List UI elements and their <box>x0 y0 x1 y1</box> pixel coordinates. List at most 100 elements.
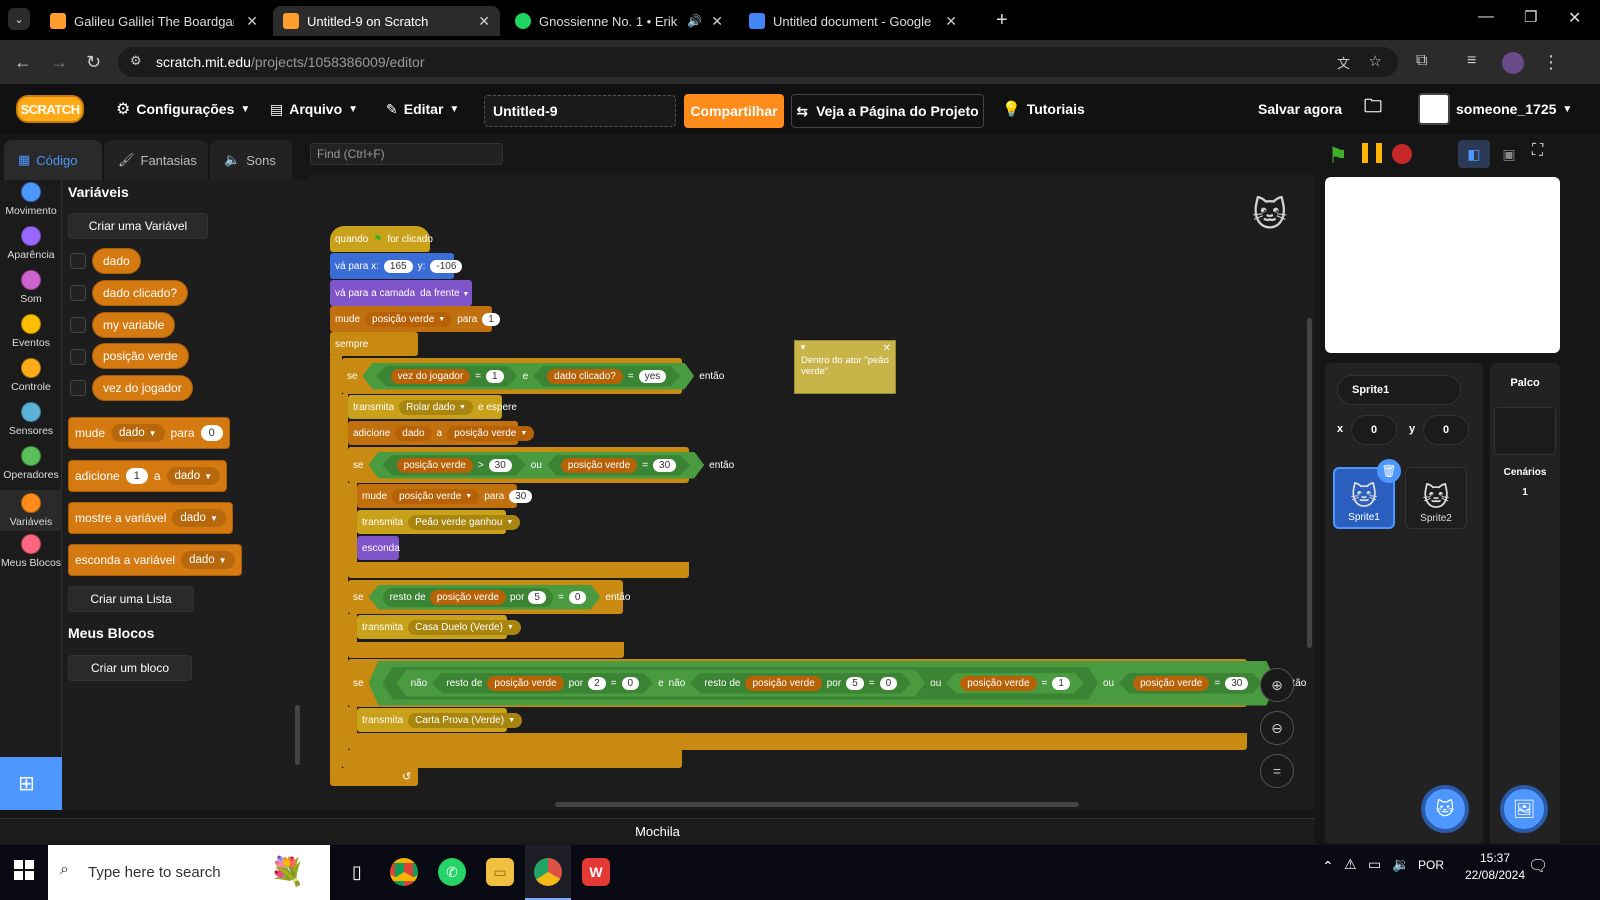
category-events[interactable]: Eventos <box>0 314 62 349</box>
value-input[interactable]: 30 <box>653 459 676 472</box>
reload-icon[interactable]: ↻ <box>86 52 101 73</box>
variable-dropdown[interactable]: dado ▼ <box>181 551 235 569</box>
tab-sounds[interactable]: 🔈 Sons <box>210 140 292 180</box>
go-to-xy-block[interactable]: vá para x: 165 y: -106 <box>330 253 463 279</box>
message-dropdown[interactable]: Rolar dado ▼ <box>399 399 473 415</box>
variable-reporter[interactable]: posição verde <box>561 458 637 473</box>
settings-menu[interactable]: ⚙ Configurações ▼ <box>116 84 250 134</box>
save-now-link[interactable]: Salvar agora <box>1258 84 1342 134</box>
hide-variable-block[interactable]: esconda a variável dado ▼ <box>68 544 242 576</box>
y-input[interactable]: -106 <box>430 259 463 273</box>
zoom-in-button[interactable]: ⊕ <box>1260 668 1294 702</box>
variable-reporter[interactable]: vez do jogador <box>391 369 471 384</box>
share-button[interactable]: Compartilhar <box>684 94 784 128</box>
sprite-thumbnail-sprite2[interactable]: 🐱 Sprite2 <box>1405 467 1467 529</box>
broadcast-block[interactable]: transmita Peão verde ganhou ▼ <box>357 510 521 534</box>
project-title-input[interactable]: Untitled-9 <box>484 95 676 127</box>
equals-operator[interactable]: resto de posição verde por 5 = 0 <box>369 585 601 610</box>
value-input[interactable]: 5 <box>528 591 546 604</box>
browser-tab-galileu[interactable]: Galileu Galilei The Boardgame ( ✕ <box>40 6 268 36</box>
y-input[interactable]: 0 <box>1423 415 1469 445</box>
close-window-icon[interactable]: ✕ <box>1568 8 1581 28</box>
file-menu[interactable]: ▤ Arquivo ▼ <box>270 84 358 134</box>
browser-tab-google-docs[interactable]: Untitled document - Google Do ✕ <box>739 6 967 36</box>
variable-reporter[interactable]: posição verde <box>960 676 1036 691</box>
see-project-page-button[interactable]: ⇆ Veja a Página do Projeto <box>791 94 984 128</box>
workspace-horizontal-scrollbar[interactable] <box>555 802 1079 807</box>
category-looks[interactable]: Aparência <box>0 226 62 261</box>
collapse-caret-icon[interactable]: ▼ <box>799 343 807 352</box>
bookmark-star-icon[interactable]: ☆ <box>1369 52 1382 70</box>
tab-list-chevron-icon[interactable]: ⌄ <box>8 8 30 30</box>
volume-icon[interactable]: 🔉 <box>1392 856 1409 873</box>
audio-playing-icon[interactable]: 🔊 <box>687 14 702 28</box>
if-block-1[interactable]: se vez do jogador = 1 e dado clicado? = … <box>342 358 724 394</box>
find-input[interactable]: Find (Ctrl+F) <box>310 143 503 165</box>
tutorials-menu[interactable]: 💡 Tutoriais <box>1002 84 1085 134</box>
browser-menu-icon[interactable]: ⋮ <box>1542 52 1560 73</box>
stop-icon[interactable] <box>1392 144 1412 164</box>
variable-reporter-vez-do-jogador[interactable]: vez do jogador <box>92 375 193 401</box>
message-dropdown[interactable]: Peão verde ganhou ▼ <box>408 514 521 530</box>
variable-reporter[interactable]: posição verde <box>430 590 506 605</box>
forever-block[interactable]: sempre <box>330 332 418 356</box>
comment-note[interactable]: ▼ ✕ Dentro do ator "peão verde" <box>794 340 896 394</box>
address-bar[interactable]: ⚙ scratch.mit.edu/projects/1058386009/ed… <box>118 47 1398 77</box>
value-input[interactable]: 5 <box>846 677 864 690</box>
restore-icon[interactable]: ❐ <box>1524 8 1537 26</box>
sprite-name-input[interactable]: Sprite1 <box>1337 375 1461 405</box>
layer-dropdown[interactable]: da frente ▼ <box>420 288 469 299</box>
chrome-icon[interactable] <box>390 858 418 886</box>
x-input[interactable]: 165 <box>383 259 413 273</box>
fullscreen-icon[interactable]: ⛶ <box>1532 142 1543 160</box>
when-flag-clicked-block[interactable]: quando ⚑ for clicado <box>330 226 433 252</box>
green-flag-icon[interactable]: ⚑ <box>1328 143 1348 169</box>
if-block-4[interactable]: se não resto de posição verde por 2 = 0 … <box>348 659 1306 707</box>
variable-dropdown[interactable]: posição verde ▼ <box>447 425 535 441</box>
file-page-icon[interactable]: ▯ <box>343 858 371 886</box>
scratch-logo[interactable]: SCRATCH <box>16 95 84 123</box>
media-control-icon[interactable]: ≡ <box>1467 52 1476 70</box>
variable-checkbox[interactable] <box>70 253 86 269</box>
forward-arrow-icon[interactable]: → <box>50 52 68 73</box>
x-input[interactable]: 0 <box>1351 415 1397 445</box>
network-warning-icon[interactable]: ⚠ <box>1344 856 1357 873</box>
category-my-blocks[interactable]: Meus Blocos <box>0 534 62 569</box>
close-tab-icon[interactable]: ✕ <box>711 13 723 30</box>
and-operator[interactable]: não resto de posição verde por 2 = 0 e n… <box>397 670 926 697</box>
add-extension-button[interactable]: ⊞ <box>0 757 62 810</box>
variable-dropdown[interactable]: dado ▼ <box>172 509 226 527</box>
set-variable-block[interactable]: mude dado ▼ para 0 <box>68 417 230 449</box>
make-block-button[interactable]: Criar um bloco <box>68 655 192 681</box>
close-icon[interactable]: ✕ <box>883 343 891 354</box>
variable-reporter[interactable]: posição verde <box>487 676 563 691</box>
tab-costumes[interactable]: 🖌 Fantasias <box>104 140 208 180</box>
variable-reporter-my-variable[interactable]: my variable <box>92 312 176 338</box>
variable-dropdown[interactable]: dado ▼ <box>166 467 221 485</box>
workspace-vertical-scrollbar[interactable] <box>1307 318 1312 648</box>
value-input[interactable]: 0 <box>622 677 640 690</box>
variable-checkbox[interactable] <box>70 349 86 365</box>
category-variables[interactable]: Variáveis <box>0 490 62 531</box>
translate-icon[interactable]: 文 <box>1337 53 1350 72</box>
if-block-2[interactable]: se posição verde > 30 ou posição verde =… <box>348 447 734 483</box>
make-variable-button[interactable]: Criar uma Variável <box>68 213 208 239</box>
zoom-reset-button[interactable]: = <box>1260 754 1294 788</box>
value-input[interactable]: 1 <box>482 312 500 326</box>
close-tab-icon[interactable]: ✕ <box>945 13 957 30</box>
taskbar-search-input[interactable]: ⌕ Type here to search 💐 <box>48 845 330 900</box>
variable-dropdown[interactable]: posição verde ▼ <box>392 488 480 504</box>
large-stage-icon[interactable]: ▣ <box>1494 140 1524 168</box>
file-explorer-icon[interactable]: ▭ <box>486 858 514 886</box>
category-motion[interactable]: Movimento <box>0 182 62 217</box>
stage-canvas[interactable]: 🐱 🐱 <box>1325 177 1560 353</box>
palette-scrollbar[interactable] <box>295 705 300 765</box>
variable-dropdown[interactable]: dado ▼ <box>111 424 165 442</box>
equals-operator[interactable]: resto de posição verde por 2 = 0 <box>432 673 653 694</box>
category-operators[interactable]: Operadores <box>0 446 62 481</box>
back-arrow-icon[interactable]: ← <box>14 52 32 73</box>
or-operator[interactable]: não resto de posição verde por 2 = 0 e n… <box>369 661 1277 706</box>
equals-operator[interactable]: resto de posição verde por 5 = 0 <box>690 673 911 694</box>
equals-operator[interactable]: dado clicado? = yes <box>533 366 680 387</box>
network-icon[interactable]: ▭ <box>1368 856 1381 873</box>
